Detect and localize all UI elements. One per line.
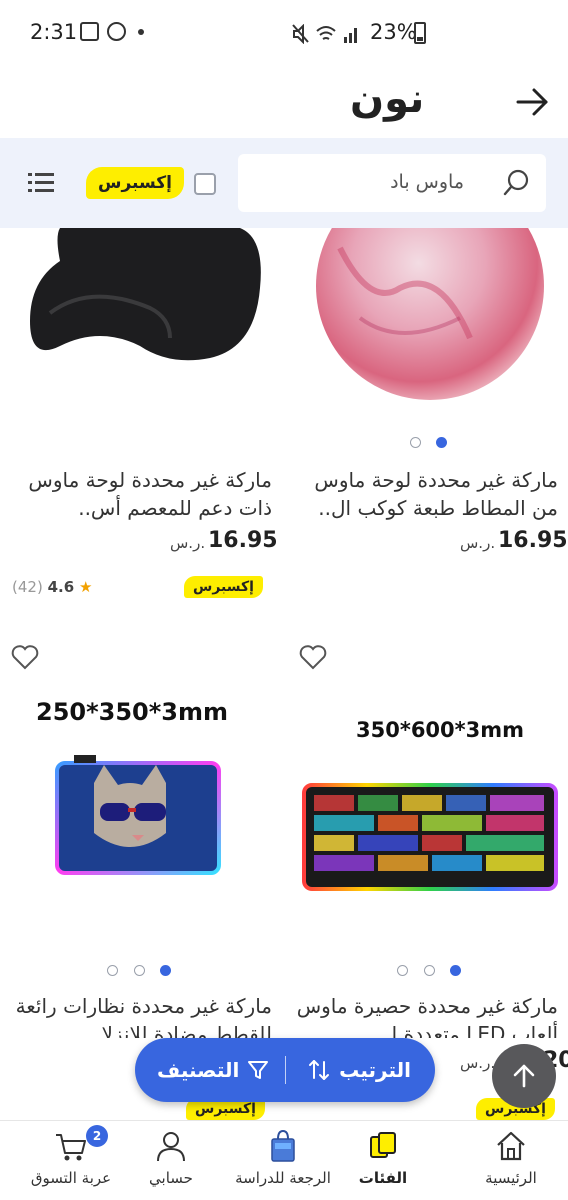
- nav-label: الرجعة للدراسة: [235, 1169, 331, 1187]
- carousel-dot[interactable]: [450, 965, 461, 976]
- product-title[interactable]: ماركة غير محددة حصيرة ماوس ألعاب LED متع…: [296, 992, 558, 1038]
- wishlist-heart-icon[interactable]: [298, 642, 328, 670]
- product-image-caption: 350*600*3mm: [356, 718, 525, 742]
- whatsapp-icon: [107, 22, 126, 41]
- search-input[interactable]: ماوس باد: [238, 154, 546, 212]
- wishlist-heart-icon[interactable]: [10, 642, 40, 670]
- sort-button[interactable]: الترتيب: [307, 1038, 411, 1102]
- product-image[interactable]: [54, 753, 224, 878]
- filter-funnel-icon: [248, 1061, 269, 1079]
- express-badge: إكسبرس: [184, 576, 263, 598]
- product-title[interactable]: ماركة غير محددة لوحة ماوس ذات دعم للمعصم…: [10, 466, 272, 522]
- filter-button[interactable]: التصنيف: [157, 1038, 269, 1102]
- system-icons: [292, 24, 357, 44]
- nav-cart[interactable]: 2 عربة التسوق: [16, 1121, 126, 1200]
- search-band: ماوس باد إكسبرس: [0, 138, 568, 228]
- gallery-icon: [80, 22, 99, 41]
- nav-label: الرئيسية: [485, 1169, 537, 1187]
- product-image-caption: 250*350*3mm: [36, 698, 229, 726]
- pill-divider: [285, 1056, 286, 1084]
- product-price: 16.95: [498, 528, 568, 553]
- sort-arrows-icon: [309, 1060, 330, 1080]
- carousel-dot[interactable]: [160, 965, 171, 976]
- product-grid: ماركة غير محددة لوحة ماوس من المطاط طبعة…: [0, 228, 568, 1128]
- star-icon: ★: [78, 578, 93, 596]
- cart-count-badge: 2: [86, 1125, 108, 1147]
- account-icon: [157, 1132, 185, 1162]
- sort-label: الترتيب: [339, 1058, 411, 1082]
- list-view-icon[interactable]: [28, 170, 54, 196]
- product-rating: (42) 4.6 ★: [12, 578, 92, 596]
- product-currency: ر.س.: [460, 1054, 496, 1072]
- carousel-dot[interactable]: [397, 965, 408, 976]
- express-filter-badge[interactable]: إكسبرس: [86, 167, 184, 199]
- cart-icon: [56, 1134, 86, 1161]
- search-icon[interactable]: [502, 168, 532, 198]
- app-header: نون: [0, 66, 568, 138]
- home-icon: [497, 1131, 525, 1161]
- carousel-dot[interactable]: [436, 437, 447, 448]
- nav-label: عربة التسوق: [30, 1169, 112, 1187]
- more-notifications-icon: [138, 28, 144, 35]
- product-image[interactable]: [300, 228, 560, 408]
- filter-label: التصنيف: [157, 1058, 240, 1082]
- status-time: 2:31: [30, 20, 78, 44]
- scroll-to-top-button[interactable]: [492, 1044, 556, 1108]
- product-price: 16.95: [208, 528, 278, 553]
- nav-home[interactable]: الرئيسية: [456, 1121, 566, 1200]
- carousel-dot[interactable]: [107, 965, 118, 976]
- product-title[interactable]: ماركة غير محددة نظارات رائعة للقطط مضادة…: [10, 992, 272, 1038]
- nav-back-to-school[interactable]: الرجعة للدراسة: [228, 1121, 338, 1200]
- nav-account[interactable]: حسابي: [116, 1121, 226, 1200]
- product-title[interactable]: ماركة غير محددة لوحة ماوس من المطاط طبعة…: [296, 466, 558, 522]
- carousel-dot[interactable]: [410, 437, 421, 448]
- nav-label: حسابي: [149, 1169, 193, 1187]
- carousel-dot[interactable]: [424, 965, 435, 976]
- mute-icon: [292, 24, 309, 44]
- shopping-bag-icon: [271, 1129, 295, 1162]
- carousel-dot[interactable]: [134, 965, 145, 976]
- wifi-icon: [316, 26, 336, 40]
- rating-value: 4.6: [47, 578, 75, 596]
- search-query: ماوس باد: [390, 171, 464, 193]
- notification-icons: 123456789: [80, 22, 144, 269]
- arrow-up-icon: [513, 1064, 535, 1088]
- battery-icon: [414, 22, 426, 44]
- sort-filter-bar: الترتيب التصنيف: [135, 1038, 435, 1102]
- product-currency: ر.س.: [170, 534, 206, 552]
- product-currency: ر.س.: [460, 534, 496, 552]
- status-bar: 2:31 123456789 23%: [0, 0, 568, 269]
- signal-icon: [344, 28, 357, 43]
- back-arrow-icon[interactable]: [512, 82, 552, 122]
- product-image[interactable]: [20, 228, 270, 388]
- product-image[interactable]: [300, 783, 560, 893]
- battery-percent: 23%: [370, 20, 417, 44]
- categories-icon: [370, 1132, 396, 1158]
- brand-logo: نون: [350, 76, 425, 122]
- express-filter-checkbox[interactable]: [194, 173, 216, 195]
- rating-count: (42): [12, 578, 43, 596]
- bottom-nav: الرئيسية الفئات الرجعة للدراسة حسابي 2 ع…: [0, 1120, 568, 1200]
- nav-categories[interactable]: الفئات: [328, 1121, 438, 1200]
- nav-label: الفئات: [358, 1169, 408, 1187]
